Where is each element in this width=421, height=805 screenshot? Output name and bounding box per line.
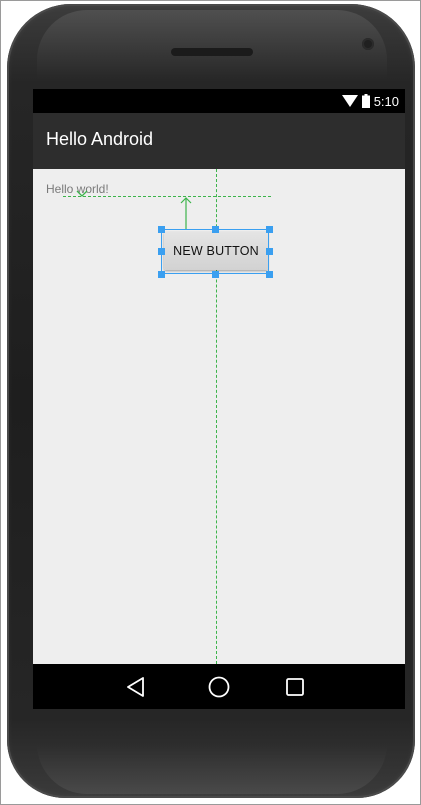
battery-icon [361,94,370,108]
resize-handle-top-right[interactable] [266,226,273,233]
resize-handle-bottom[interactable] [212,271,219,278]
layout-canvas[interactable]: Hello world! NEW BUTTON [33,169,405,664]
wifi-icon [341,95,358,107]
app-title: Hello Android [46,129,154,149]
resize-handle-left[interactable] [158,248,165,255]
resize-handle-bottom-left[interactable] [158,271,165,278]
bezel-highlight [37,10,387,80]
device-screen: 5:10 Hello Android Hello world! NEW BUTT… [33,89,405,709]
margin-arrow-icon [180,197,192,230]
recents-icon[interactable] [282,674,308,700]
status-bar: 5:10 [33,89,405,113]
earpiece-speaker [171,48,253,56]
status-clock: 5:10 [373,93,399,109]
anchor-chevron-icon [76,190,88,197]
resize-handle-top-left[interactable] [158,226,165,233]
back-icon[interactable] [123,674,149,700]
resize-handle-top[interactable] [212,226,219,233]
navigation-bar [33,664,405,709]
top-guide-horizontal [63,196,271,197]
front-camera-icon [362,38,374,50]
selection-box [161,229,269,274]
home-icon[interactable] [206,674,232,700]
bezel-highlight-bottom [37,744,387,794]
status-icons: 5:10 [341,92,399,110]
resize-handle-right[interactable] [266,248,273,255]
action-bar: Hello Android [33,113,405,169]
resize-handle-bottom-right[interactable] [266,271,273,278]
